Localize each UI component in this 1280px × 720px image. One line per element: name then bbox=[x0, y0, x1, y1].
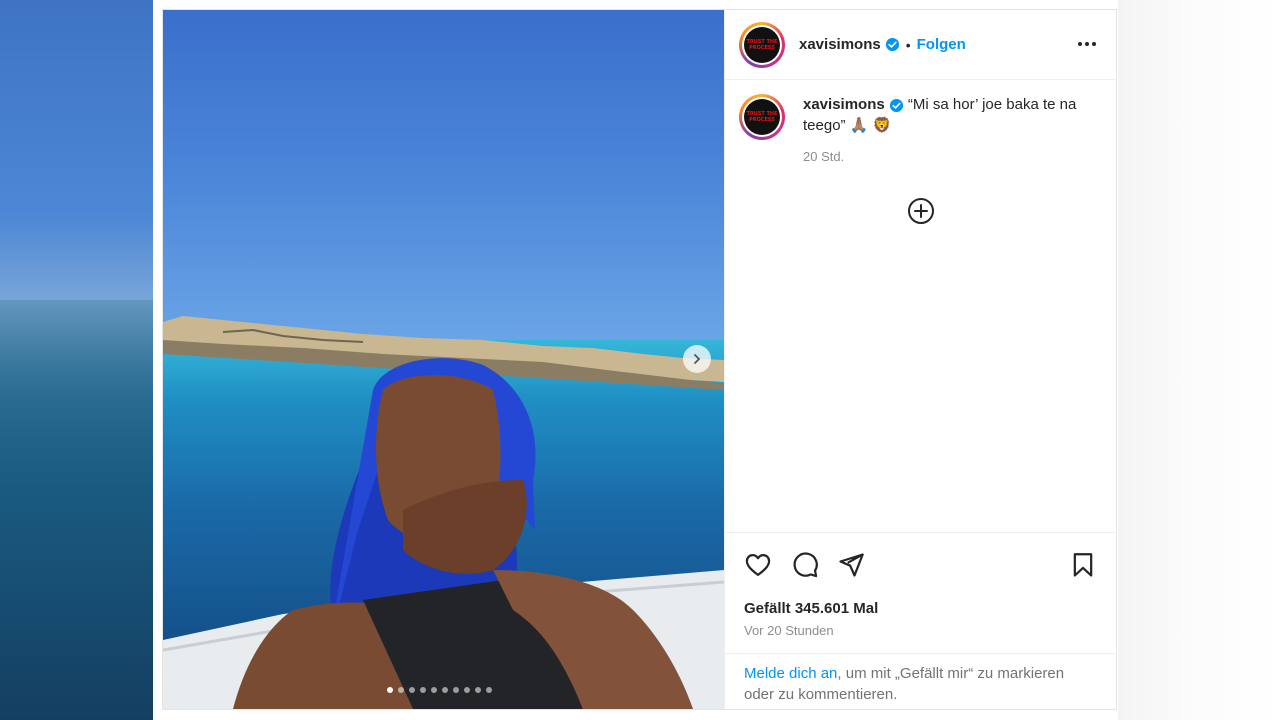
username-link[interactable]: xavisimons bbox=[799, 36, 881, 53]
verified-badge-icon bbox=[889, 98, 903, 112]
more-options-icon[interactable] bbox=[1077, 34, 1097, 54]
next-image-button[interactable] bbox=[683, 345, 711, 373]
post-timestamp: Vor 20 Stunden bbox=[744, 623, 834, 638]
carousel-dot bbox=[431, 687, 437, 693]
verified-badge-icon bbox=[885, 37, 899, 52]
avatar[interactable]: TRUST THE PROCESS bbox=[739, 21, 785, 68]
carousel-indicator bbox=[387, 687, 492, 693]
carousel-dot bbox=[387, 687, 393, 693]
background-right bbox=[1118, 0, 1280, 720]
post-side-panel: TRUST THE PROCESS xavisimons • Folgen TR… bbox=[724, 10, 1117, 709]
instagram-post: TRUST THE PROCESS xavisimons • Folgen TR… bbox=[162, 9, 1117, 710]
avatar-logo: TRUST THE PROCESS bbox=[744, 26, 780, 63]
carousel-dot bbox=[475, 687, 481, 693]
person-photo bbox=[233, 358, 693, 709]
login-link[interactable]: Melde dich an bbox=[744, 665, 837, 682]
carousel-dot bbox=[420, 687, 426, 693]
caption-time: 20 Std. bbox=[803, 149, 845, 164]
heart-icon[interactable] bbox=[744, 551, 772, 579]
carousel-dot bbox=[453, 687, 459, 693]
carousel-dot bbox=[398, 687, 404, 693]
post-image[interactable] bbox=[163, 10, 724, 709]
like-count[interactable]: Gefällt 345.601 Mal bbox=[744, 600, 878, 617]
carousel-dot bbox=[486, 687, 492, 693]
chevron-right-icon bbox=[694, 354, 701, 364]
comment-icon[interactable] bbox=[791, 551, 819, 579]
caption-username[interactable]: xavisimons bbox=[803, 96, 885, 113]
carousel-dot bbox=[464, 687, 470, 693]
add-icon[interactable] bbox=[907, 197, 935, 225]
carousel-dot bbox=[442, 687, 448, 693]
avatar-logo: TRUST THE PROCESS bbox=[744, 99, 780, 135]
post-header: TRUST THE PROCESS xavisimons • Folgen bbox=[725, 10, 1117, 80]
login-prompt: Melde dich an, um mit „Gefällt mir“ zu m… bbox=[725, 653, 1117, 709]
separator-dot: • bbox=[905, 36, 911, 53]
background-left bbox=[0, 0, 153, 720]
post-caption: TRUST THE PROCESS xavisimons “Mi sa hor’… bbox=[739, 94, 1083, 167]
caption-avatar[interactable]: TRUST THE PROCESS bbox=[739, 94, 785, 140]
action-bar: Gefällt 345.601 Mal Vor 20 Stunden bbox=[725, 532, 1117, 653]
carousel-dot bbox=[409, 687, 415, 693]
follow-button[interactable]: Folgen bbox=[917, 36, 966, 53]
bookmark-icon[interactable] bbox=[1069, 551, 1097, 579]
share-icon[interactable] bbox=[837, 551, 865, 579]
